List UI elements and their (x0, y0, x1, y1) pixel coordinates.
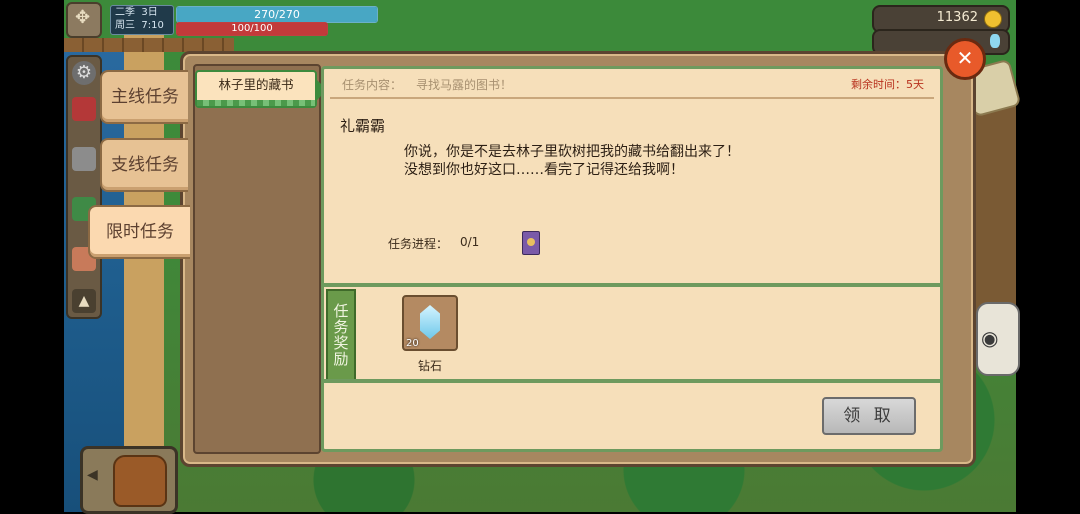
wood-plank (64, 38, 234, 52)
time-value: 5天 (906, 78, 924, 91)
dialogue-line: 没想到你也好这口……看完了记得还给我啊！ (404, 162, 684, 178)
mp-bar: 100/100 (176, 22, 328, 36)
quest-window: 林子里的藏书 任务内容： 寻找马露的图书！ 剩余时间：5天 礼霸霸 你说，你是不… (180, 51, 976, 467)
date-display: 二季 3日 周三 7:10 (110, 5, 174, 35)
tab-limited-quest[interactable]: 限时任务 (88, 205, 190, 259)
gem-icon (990, 34, 1000, 48)
backpack-button[interactable]: ◀ (80, 446, 178, 514)
reward-section: 任务奖励 20 钻石 (324, 287, 940, 381)
character-icon[interactable] (72, 97, 96, 121)
menu-rail: ⚙ ▲ (66, 55, 102, 319)
mp-text: 100/100 (231, 23, 273, 34)
progress-label: 任务进程： (388, 237, 449, 251)
divider (324, 379, 940, 383)
content-label: 任务内容： (342, 78, 403, 92)
dialogue-text: 你说，你是不是去林子里砍树把我的藏书给翻出来了！ 没想到你也好这口……看完了记得… (404, 143, 844, 179)
date-line-2: 周三 7:10 (115, 20, 164, 31)
content-text: 寻找马露的图书！ (416, 78, 513, 92)
cart-icon[interactable] (72, 147, 96, 171)
reward-item-name: 钻石 (417, 359, 442, 373)
reward-quantity: 20 (406, 338, 419, 349)
chat-icon: ◉ (981, 326, 999, 350)
dpad-button[interactable]: ✥ (66, 2, 102, 38)
date-line-1: 二季 3日 (115, 7, 158, 18)
quest-list: 林子里的藏书 (193, 64, 327, 454)
tab-side-quest[interactable]: 支线任务 (100, 138, 188, 192)
tab-main-quest[interactable]: 主线任务 (100, 70, 188, 124)
hp-text: 270/270 (254, 8, 300, 21)
reward-item-slot[interactable]: 20 (402, 295, 458, 351)
dpad-icon: ✥ (75, 7, 91, 28)
gold-amount: 11362 (936, 10, 978, 25)
gold-coin-icon (984, 10, 1002, 28)
hp-bar: 270/270 (176, 6, 378, 23)
time-label: 剩余时间： (851, 78, 906, 91)
detail-header: 任务内容： 寻找马露的图书！ 剩余时间：5天 (330, 73, 934, 99)
npc-name: 礼霸霸 (340, 117, 386, 135)
gear-icon[interactable]: ⚙ (72, 61, 96, 85)
diamond-icon (420, 305, 440, 339)
quest-list-item[interactable]: 林子里的藏书 (195, 70, 327, 108)
quest-title: 林子里的藏书 (218, 77, 294, 92)
claim-button[interactable]: 领 取 (822, 397, 916, 435)
up-arrow-icon[interactable]: ▲ (72, 289, 96, 313)
reward-label: 任务奖励 (326, 289, 356, 381)
quest-detail: 任务内容： 寻找马露的图书！ 剩余时间：5天 礼霸霸 你说，你是不是去林子里砍树… (321, 66, 943, 452)
dialogue-line: 你说，你是不是去林子里砍树把我的藏书给翻出来了！ (404, 144, 740, 160)
bag-icon (113, 455, 167, 507)
book-icon (522, 231, 540, 255)
collapse-arrow-icon[interactable]: ◀ (87, 467, 98, 483)
close-icon: ✕ (956, 46, 974, 70)
chat-bubble-button[interactable]: ◉ (976, 302, 1020, 376)
time-remaining: 剩余时间：5天 (851, 73, 924, 97)
progress-value: 0/1 (460, 235, 480, 249)
close-button[interactable]: ✕ (944, 38, 986, 80)
